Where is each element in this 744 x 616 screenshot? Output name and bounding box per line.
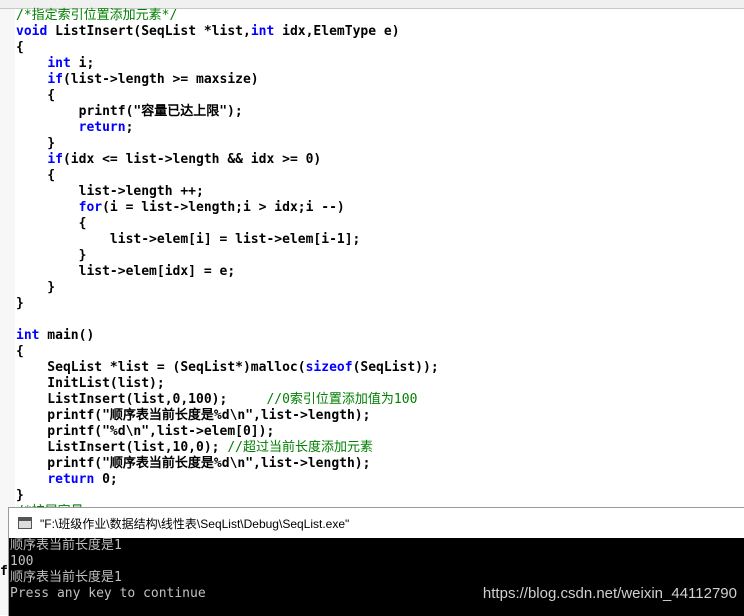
code-line: if(list->length >= maxsize) [16,72,744,88]
code-line: InitList(list); [16,376,744,392]
code-text: ListInsert(list,0,100); [16,392,267,407]
code-text: { [16,40,24,55]
code-line: printf("%d\n",list->elem[0]); [16,424,744,440]
code-text: } [16,248,87,263]
code-line: list->elem[idx] = e; [16,264,744,280]
code-text: printf("容量已达上限"); [16,104,243,119]
code-line: printf("容量已达上限"); [16,104,744,120]
code-line: } [16,296,744,312]
code-keyword: for [78,200,103,215]
hidden-code-fragment: f [0,564,8,579]
code-line: ListInsert(list,0,100); //0索引位置添加值为100 [16,392,744,408]
code-line: list->length ++; [16,184,744,200]
code-line: int main() [16,328,744,344]
code-comment: //0索引位置添加值为100 [266,392,418,407]
code-editor[interactable]: /*指定索引位置添加元素*/void ListInsert(SeqList *l… [16,8,744,520]
code-text: { [16,344,24,359]
code-text: InitList(list); [16,376,165,391]
code-line: void ListInsert(SeqList *list,int idx,El… [16,24,744,40]
code-line: { [16,344,744,360]
code-text: { [16,168,56,183]
console-line: 100 [10,554,34,569]
code-text: SeqList *list = (SeqList*)malloc( [16,360,306,375]
code-keyword: return [47,472,95,487]
code-text: (i = list->length;i > idx;i --) [102,200,345,215]
code-text: printf("顺序表当前长度是%d\n",list->length); [16,456,371,471]
code-text: list->elem[idx] = e; [16,264,236,279]
code-line: printf("顺序表当前长度是%d\n",list->length); [16,456,744,472]
code-line: return 0; [16,472,744,488]
code-keyword: return [78,120,126,135]
code-line: } [16,136,744,152]
code-keyword: void [16,24,48,39]
code-text: printf("顺序表当前长度是%d\n",list->length); [16,408,371,423]
code-text: list->elem[i] = list->elem[i-1]; [16,232,361,247]
code-text: } [16,136,56,151]
code-line: } [16,280,744,296]
code-keyword: if [47,72,63,87]
code-text: ListInsert(list,10,0); [16,440,228,455]
code-text: list->length ++; [16,184,204,199]
code-comment: /*指定索引位置添加元素*/ [16,8,178,23]
code-text: } [16,488,24,503]
code-text: ; [125,120,134,135]
code-line: } [16,488,744,504]
code-line: ListInsert(list,10,0); //超过当前长度添加元素 [16,440,744,456]
code-keyword: int [16,328,40,343]
code-text: main() [39,328,95,343]
code-line: list->elem[i] = list->elem[i-1]; [16,232,744,248]
console-app-icon [18,517,32,529]
console-line: 顺序表当前长度是1 [10,570,122,585]
console-line: 顺序表当前长度是1 [10,538,122,553]
code-text: { [16,88,56,103]
code-line: printf("顺序表当前长度是%d\n",list->length); [16,408,744,424]
code-keyword: sizeof [305,360,353,375]
code-line: SeqList *list = (SeqList*)malloc(sizeof(… [16,360,744,376]
code-text: 0; [94,472,118,487]
code-text: } [16,296,24,311]
code-keyword: if [47,152,63,167]
code-text: printf("%d\n",list->elem[0]); [16,424,275,439]
code-text: { [16,216,87,231]
code-text: (idx <= list->length && idx >= 0) [62,152,322,167]
code-text: i; [70,56,95,71]
code-line: } [16,248,744,264]
code-comment: //超过当前长度添加元素 [227,440,373,455]
code-line: { [16,40,744,56]
code-text: ListInsert(SeqList *list, [47,24,251,39]
code-line: { [16,88,744,104]
code-line: return; [16,120,744,136]
code-text: } [16,280,56,295]
console-window[interactable]: "F:\班级作业\数据结构\线性表\SeqList\Debug\SeqList.… [8,507,744,616]
code-keyword: int [47,56,71,71]
watermark: https://blog.csdn.net/weixin_44112790 [482,585,737,602]
code-line: /*指定索引位置添加元素*/ [16,8,744,24]
console-output: 顺序表当前长度是1 100 顺序表当前长度是1 Press any key to… [9,538,744,616]
console-title: "F:\班级作业\数据结构\线性表\SeqList\Debug\SeqList.… [40,516,350,531]
code-line: for(i = list->length;i > idx;i --) [16,200,744,216]
code-text: (SeqList)); [352,360,439,375]
code-line: { [16,168,744,184]
code-keyword: int [250,24,275,39]
code-text: idx,ElemType e) [274,24,400,39]
code-line: int i; [16,56,744,72]
code-text: (list->length >= maxsize) [62,72,259,87]
code-line: { [16,216,744,232]
code-line: if(idx <= list->length && idx >= 0) [16,152,744,168]
console-title-bar[interactable]: "F:\班级作业\数据结构\线性表\SeqList\Debug\SeqList.… [9,508,744,538]
